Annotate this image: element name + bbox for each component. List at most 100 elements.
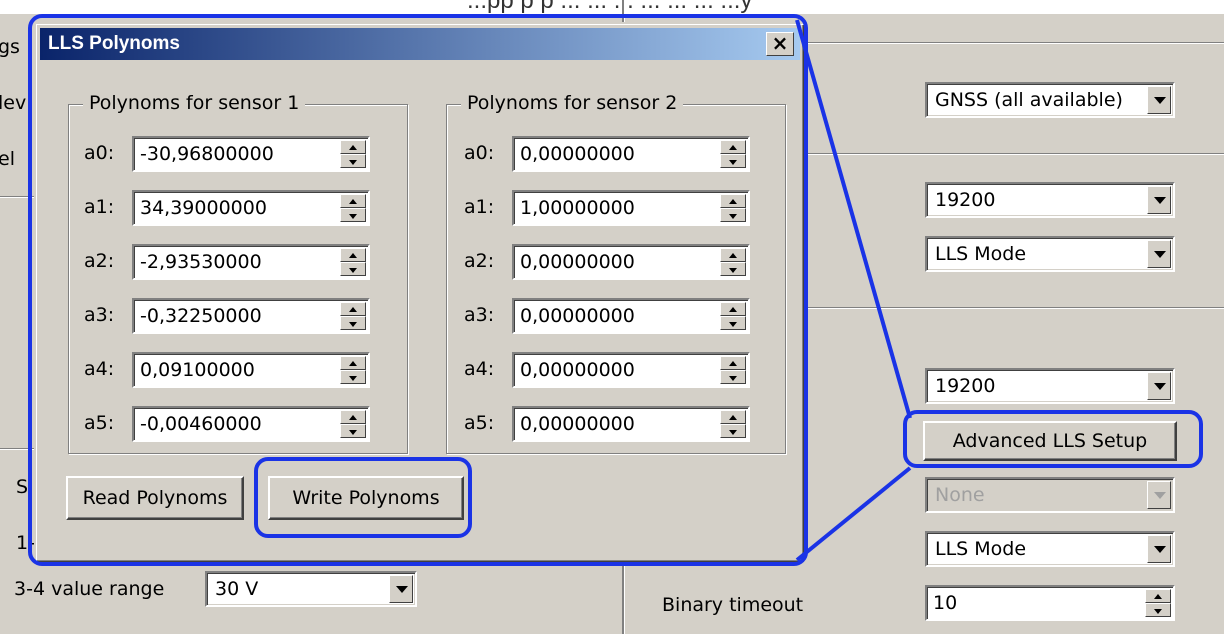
spin-up-icon[interactable] (720, 302, 746, 316)
coefficient-spinner[interactable]: 0,00000000 (512, 406, 750, 442)
lls-polynoms-dialog: LLS Polynoms × Polynoms for sensor 1 Pol… (34, 22, 804, 562)
spin-up-icon[interactable] (720, 248, 746, 262)
spin-buttons[interactable] (340, 140, 366, 168)
chevron-down-icon[interactable] (1147, 86, 1171, 114)
coefficient-label: a1: (84, 196, 115, 218)
spin-buttons[interactable] (720, 302, 746, 330)
baud-combo-1[interactable]: 19200 (925, 182, 1175, 218)
spin-up-icon[interactable] (340, 356, 366, 370)
spin-up-icon[interactable] (340, 194, 366, 208)
spin-up-icon[interactable] (720, 140, 746, 154)
read-polynoms-button[interactable]: Read Polynoms (66, 476, 244, 520)
coefficient-label: a4: (84, 358, 115, 380)
spin-buttons[interactable] (720, 410, 746, 438)
spin-buttons[interactable] (720, 194, 746, 222)
spin-down-icon[interactable] (340, 262, 366, 276)
coefficient-value: 0,00000000 (520, 251, 635, 273)
right-section-divider-3 (800, 307, 1224, 309)
coefficient-value: 34,39000000 (140, 197, 267, 219)
spin-down-icon[interactable] (720, 370, 746, 384)
close-icon[interactable]: × (766, 32, 794, 56)
coefficient-label: a1: (464, 196, 495, 218)
chevron-down-icon[interactable] (1147, 240, 1171, 268)
coefficient-spinner[interactable]: 34,39000000 (132, 190, 370, 226)
spin-buttons[interactable] (340, 302, 366, 330)
spin-up-icon[interactable] (1145, 589, 1171, 603)
gnss-combo[interactable]: GNSS (all available) (925, 82, 1175, 118)
write-polynoms-button[interactable]: Write Polynoms (268, 476, 464, 520)
spin-buttons[interactable] (1145, 589, 1171, 617)
coefficient-spinner[interactable]: 0,00000000 (512, 298, 750, 334)
spin-down-icon[interactable] (720, 208, 746, 222)
value-range-combo[interactable]: 30 V (205, 571, 417, 607)
spin-down-icon[interactable] (720, 154, 746, 168)
partial-label-el: el (0, 148, 15, 170)
chevron-down-icon[interactable] (1147, 372, 1171, 400)
coefficient-value: 0,00000000 (520, 413, 635, 435)
write-polynoms-label: Write Polynoms (292, 487, 440, 509)
value-range-value: 30 V (215, 578, 259, 600)
coefficient-label: a5: (84, 412, 115, 434)
coefficient-spinner[interactable]: 0,00000000 (512, 136, 750, 172)
coefficient-spinner[interactable]: 0,00000000 (512, 244, 750, 280)
coefficient-label: a5: (464, 412, 495, 434)
mode-combo-2[interactable]: LLS Mode (925, 531, 1175, 567)
sensor1-group-title: Polynoms for sensor 1 (83, 92, 306, 114)
mode-value-2: LLS Mode (935, 538, 1027, 560)
spin-buttons[interactable] (720, 248, 746, 276)
coefficient-spinner[interactable]: 0,00000000 (512, 352, 750, 388)
spin-down-icon[interactable] (1145, 603, 1171, 617)
baud-value-2: 19200 (935, 375, 996, 397)
chevron-down-icon (1147, 481, 1171, 509)
spin-down-icon[interactable] (340, 208, 366, 222)
partial-label-1: 1- (16, 532, 35, 554)
chevron-down-icon[interactable] (389, 575, 413, 603)
spin-down-icon[interactable] (340, 424, 366, 438)
spin-down-icon[interactable] (340, 370, 366, 384)
spin-down-icon[interactable] (720, 424, 746, 438)
spin-up-icon[interactable] (340, 302, 366, 316)
coefficient-spinner[interactable]: -0,00460000 (132, 406, 370, 442)
spin-up-icon[interactable] (340, 248, 366, 262)
spin-down-icon[interactable] (340, 316, 366, 330)
spin-down-icon[interactable] (720, 316, 746, 330)
spin-buttons[interactable] (340, 356, 366, 384)
right-section-divider-1 (800, 42, 1224, 44)
spin-up-icon[interactable] (340, 140, 366, 154)
coefficient-spinner[interactable]: 1,00000000 (512, 190, 750, 226)
baud-combo-2[interactable]: 19200 (925, 368, 1175, 404)
coefficient-value: 0,00000000 (520, 305, 635, 327)
dialog-titlebar[interactable]: LLS Polynoms × (40, 28, 800, 60)
mode-combo-1[interactable]: LLS Mode (925, 236, 1175, 272)
coefficient-value: -30,96800000 (140, 143, 274, 165)
spin-buttons[interactable] (340, 410, 366, 438)
spin-buttons[interactable] (720, 356, 746, 384)
coefficient-spinner[interactable]: -30,96800000 (132, 136, 370, 172)
spin-buttons[interactable] (340, 194, 366, 222)
sensor2-group-title: Polynoms for sensor 2 (461, 92, 684, 114)
chevron-down-icon[interactable] (1147, 535, 1171, 563)
coefficient-spinner[interactable]: -0,32250000 (132, 298, 370, 334)
spin-down-icon[interactable] (720, 262, 746, 276)
coefficient-label: a2: (464, 250, 495, 272)
partial-label-gs: gs (0, 36, 20, 58)
binary-timeout-spinner[interactable]: 10 (925, 585, 1175, 621)
chevron-down-icon[interactable] (1147, 186, 1171, 214)
binary-timeout-value: 10 (933, 592, 958, 614)
gnss-value: GNSS (all available) (935, 89, 1123, 111)
advanced-lls-setup-button[interactable]: Advanced LLS Setup (923, 421, 1177, 461)
value-range-label: 3-4 value range (14, 578, 165, 600)
spin-up-icon[interactable] (720, 194, 746, 208)
coefficient-label: a4: (464, 358, 495, 380)
spin-up-icon[interactable] (720, 410, 746, 424)
coefficient-spinner[interactable]: -2,93530000 (132, 244, 370, 280)
spin-up-icon[interactable] (720, 356, 746, 370)
partial-label-s: S (16, 476, 29, 498)
spin-buttons[interactable] (340, 248, 366, 276)
coefficient-spinner[interactable]: 0,09100000 (132, 352, 370, 388)
spin-up-icon[interactable] (340, 410, 366, 424)
coefficient-value: -0,32250000 (140, 305, 262, 327)
none-combo[interactable]: None (925, 477, 1175, 513)
spin-down-icon[interactable] (340, 154, 366, 168)
spin-buttons[interactable] (720, 140, 746, 168)
